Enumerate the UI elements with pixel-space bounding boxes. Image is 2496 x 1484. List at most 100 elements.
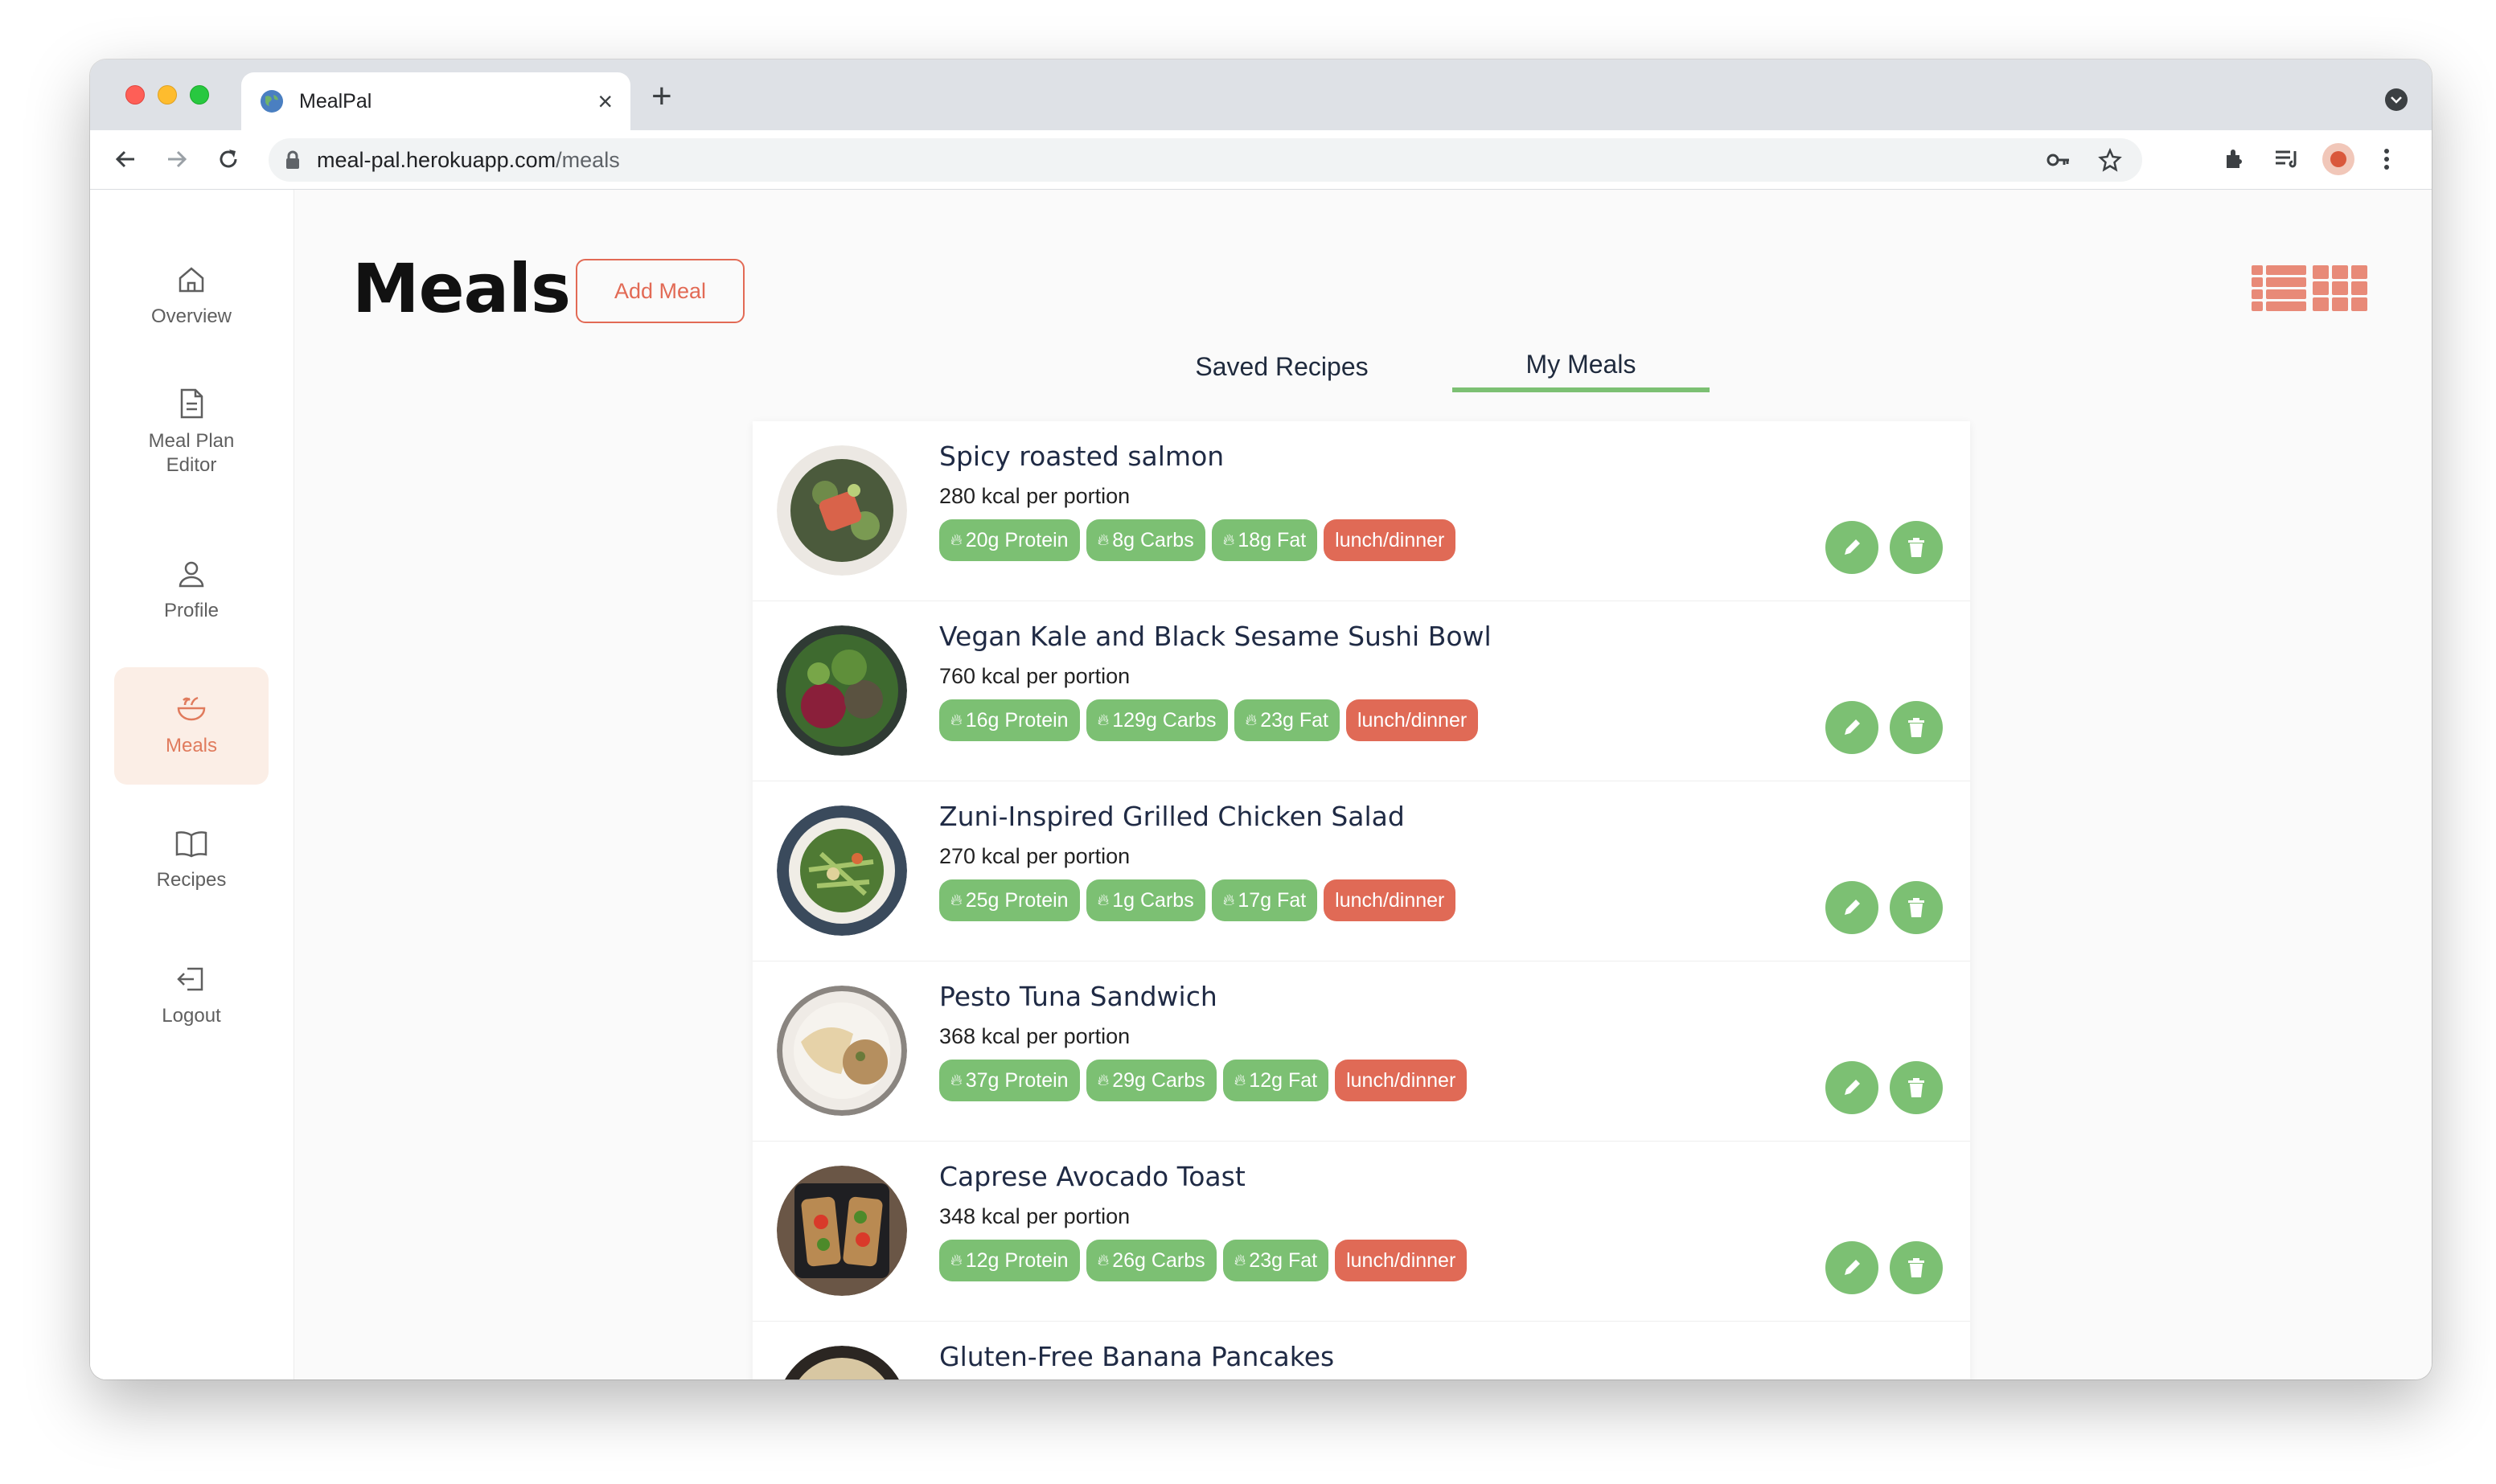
- sidebar-item-label: Logout: [162, 1005, 221, 1027]
- tab-search-button[interactable]: [2385, 88, 2408, 111]
- flame-icon: 🔥︎: [950, 891, 963, 909]
- add-meal-button[interactable]: Add Meal: [576, 259, 745, 323]
- row-actions: [1825, 1061, 1943, 1114]
- fat-chip: 🔥︎ 23g Fat: [1234, 699, 1340, 741]
- meal-kcal: 270 kcal per portion: [939, 844, 1131, 868]
- fat-chip: 🔥︎ 12g Fat: [1222, 1060, 1329, 1101]
- meal-name[interactable]: Zuni-Inspired Grilled Chicken Salad: [939, 801, 1405, 832]
- sidebar-item-profile[interactable]: Profile: [114, 532, 269, 650]
- flame-icon: 🔥︎: [1097, 891, 1110, 909]
- delete-button[interactable]: [1890, 1241, 1943, 1294]
- meal-photo: [777, 625, 907, 756]
- flame-icon: 🔥︎: [950, 1071, 963, 1089]
- trash-icon: [1908, 1258, 1924, 1277]
- close-tab-icon[interactable]: ×: [597, 88, 613, 114]
- pencil-icon: [1845, 900, 1860, 915]
- meal-type-chip: lunch/dinner: [1335, 1240, 1468, 1281]
- meal-row[interactable]: Spicy roasted salmon 280 kcal per portio…: [753, 421, 1970, 601]
- meal-row[interactable]: Zuni-Inspired Grilled Chicken Salad 270 …: [753, 781, 1970, 961]
- protein-chip: 🔥︎ 37g Protein: [939, 1060, 1080, 1101]
- browser-toolbar: meal-pal.herokuapp.com/meals: [90, 130, 2432, 190]
- meal-row[interactable]: Pesto Tuna Sandwich 368 kcal per portion…: [753, 961, 1970, 1142]
- book-icon: [175, 831, 207, 858]
- back-button[interactable]: [108, 141, 143, 177]
- macro-chips: 🔥︎ 20g Protein 🔥︎ 8g Carbs 🔥︎ 18g Fat lunch…: [939, 519, 1456, 561]
- delete-button[interactable]: [1890, 1061, 1943, 1114]
- meal-name[interactable]: Vegan Kale and Black Sesame Sushi Bowl: [939, 621, 1492, 652]
- star-icon[interactable]: [2094, 144, 2126, 176]
- trash-icon: [1908, 718, 1924, 737]
- list-view-icon[interactable]: [2252, 265, 2306, 312]
- reading-list-icon[interactable]: [2269, 141, 2305, 177]
- forward-button[interactable]: [159, 141, 195, 177]
- flame-icon: 🔥︎: [1097, 711, 1110, 729]
- meal-row[interactable]: Caprese Avocado Toast 348 kcal per porti…: [753, 1142, 1970, 1322]
- carbs-chip: 🔥︎ 8g Carbs: [1086, 519, 1205, 561]
- sidebar-item-label: Meal Plan Editor: [148, 430, 235, 476]
- close-window-button[interactable]: [125, 85, 145, 105]
- sidebar-item-logout[interactable]: Logout: [114, 937, 269, 1055]
- edit-button[interactable]: [1825, 701, 1878, 754]
- protein-chip: 🔥︎ 16g Protein: [939, 699, 1080, 741]
- more-menu-icon[interactable]: [2369, 141, 2404, 177]
- meal-type-chip: lunch/dinner: [1345, 699, 1479, 741]
- delete-button[interactable]: [1890, 881, 1943, 934]
- sidebar-item-overview[interactable]: Overview: [114, 238, 269, 355]
- profile-avatar[interactable]: [2321, 141, 2356, 177]
- edit-button[interactable]: [1825, 521, 1878, 574]
- protein-chip: 🔥︎ 12g Protein: [939, 1240, 1080, 1281]
- key-icon[interactable]: [2042, 144, 2075, 176]
- fat-chip: 🔥︎ 18g Fat: [1211, 519, 1318, 561]
- pencil-icon: [1845, 719, 1860, 735]
- sidebar-item-label: Meals: [165, 735, 218, 756]
- tab-my-meals[interactable]: My Meals: [1452, 341, 1710, 392]
- flame-icon: 🔥︎: [950, 531, 963, 549]
- browser-tab[interactable]: MealPal ×: [241, 72, 630, 130]
- grid-view-icon[interactable]: [2313, 265, 2367, 312]
- meal-kcal: 348 kcal per portion: [939, 1204, 1131, 1228]
- extensions-icon[interactable]: [2216, 141, 2252, 177]
- carbs-chip: 🔥︎ 1g Carbs: [1086, 879, 1205, 921]
- tab-saved-recipes[interactable]: Saved Recipes: [1153, 341, 1410, 392]
- macro-chips: 🔥︎ 16g Protein 🔥︎ 129g Carbs 🔥︎ 23g Fat lun…: [939, 699, 1479, 741]
- flame-icon: 🔥︎: [1097, 1251, 1110, 1269]
- macro-chips: 🔥︎ 12g Protein 🔥︎ 26g Carbs 🔥︎ 23g Fat lunc…: [939, 1240, 1468, 1281]
- new-tab-button[interactable]: +: [651, 79, 672, 114]
- trash-icon: [1908, 1078, 1924, 1097]
- sidebar-item-recipes[interactable]: Recipes: [114, 802, 269, 920]
- address-bar[interactable]: meal-pal.herokuapp.com/meals: [269, 138, 2142, 182]
- meal-name[interactable]: Spicy roasted salmon: [939, 441, 1224, 472]
- fat-chip: 🔥︎ 17g Fat: [1211, 879, 1318, 921]
- edit-button[interactable]: [1825, 881, 1878, 934]
- sidebar-item-meals[interactable]: Meals: [114, 667, 269, 785]
- sidebar-item-meal-plan-editor[interactable]: Meal Plan Editor: [114, 368, 269, 497]
- carbs-chip: 🔥︎ 29g Carbs: [1086, 1060, 1217, 1101]
- row-actions: [1825, 521, 1943, 574]
- meal-name[interactable]: Pesto Tuna Sandwich: [939, 981, 1217, 1012]
- flame-icon: 🔥︎: [1097, 1071, 1110, 1089]
- meal-photo: [777, 806, 907, 936]
- edit-button[interactable]: [1825, 1061, 1878, 1114]
- meal-kcal: 280 kcal per portion: [939, 484, 1131, 508]
- meal-row[interactable]: Gluten-Free Banana Pancakes: [753, 1322, 1970, 1379]
- meal-tabs: Saved Recipes My Meals: [1153, 341, 1710, 392]
- flame-icon: 🔥︎: [1245, 711, 1258, 729]
- sidebar-item-label: Overview: [150, 305, 232, 327]
- edit-button[interactable]: [1825, 1241, 1878, 1294]
- flame-icon: 🔥︎: [1222, 531, 1235, 549]
- meal-row[interactable]: Vegan Kale and Black Sesame Sushi Bowl 7…: [753, 601, 1970, 781]
- lock-icon: [286, 150, 299, 169]
- delete-button[interactable]: [1890, 521, 1943, 574]
- protein-chip: 🔥︎ 20g Protein: [939, 519, 1080, 561]
- minimize-window-button[interactable]: [158, 85, 177, 105]
- meal-name[interactable]: Caprese Avocado Toast: [939, 1161, 1246, 1192]
- row-actions: [1825, 701, 1943, 754]
- sidebar-item-label: Recipes: [156, 869, 227, 891]
- meal-photo: [777, 1346, 907, 1379]
- chevron-down-icon: [2391, 96, 2402, 104]
- maximize-window-button[interactable]: [190, 85, 209, 105]
- meal-name[interactable]: Gluten-Free Banana Pancakes: [939, 1341, 1334, 1372]
- flame-icon: 🔥︎: [950, 711, 963, 729]
- reload-button[interactable]: [211, 141, 246, 177]
- delete-button[interactable]: [1890, 701, 1943, 754]
